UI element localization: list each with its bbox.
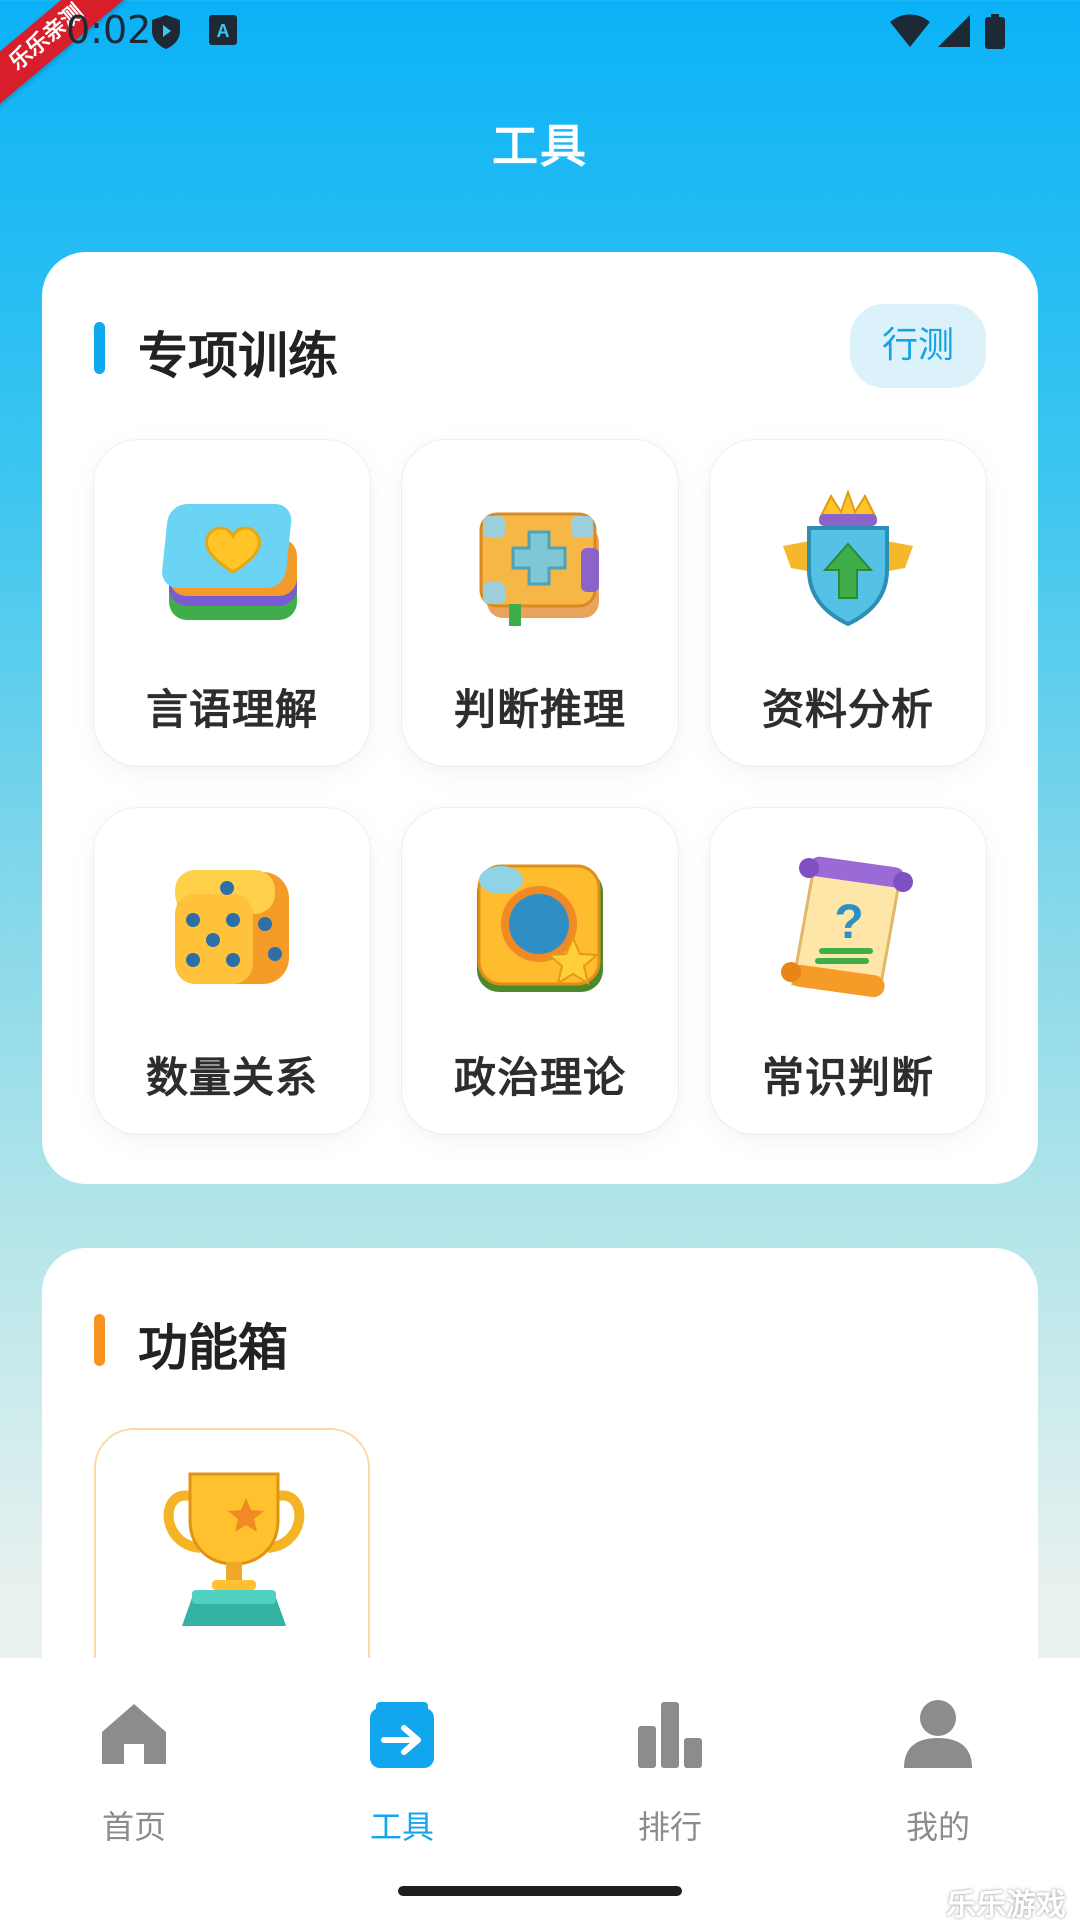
nav-label: 我的 bbox=[905, 1808, 970, 1846]
home-icon bbox=[102, 1704, 166, 1764]
nav-tab-mine[interactable]: 我的 bbox=[838, 1698, 1038, 1846]
exam-type-filter-button[interactable]: 行测 bbox=[850, 304, 986, 388]
nav-label: 首页 bbox=[101, 1808, 166, 1846]
bottom-navigation: 首页 工具 排行 我的 bbox=[0, 1658, 1080, 1920]
trophy-icon bbox=[163, 1472, 305, 1626]
signal-icon bbox=[938, 15, 970, 47]
gesture-home-bar[interactable] bbox=[398, 1886, 682, 1896]
star-frame-icon bbox=[477, 864, 603, 992]
status-bar: 乐乐亲测 0:02 A bbox=[0, 0, 1080, 108]
section-title-toolbox: 功能箱 bbox=[138, 1319, 288, 1377]
training-label: 言语理解 bbox=[145, 685, 318, 734]
battery-icon bbox=[985, 14, 1005, 49]
training-item-quantitative[interactable]: 数量关系 bbox=[94, 808, 370, 1134]
tools-box-icon bbox=[370, 1702, 434, 1768]
svg-text:A: A bbox=[217, 21, 230, 41]
training-item-reasoning[interactable]: 判断推理 bbox=[402, 440, 678, 766]
nav-label: 排行 bbox=[637, 1808, 702, 1846]
training-label: 数量关系 bbox=[145, 1053, 318, 1102]
nav-tab-tools[interactable]: 工具 bbox=[302, 1698, 502, 1846]
svg-text:?: ? bbox=[834, 896, 863, 949]
dice-icon bbox=[175, 870, 289, 984]
training-item-politics[interactable]: 政治理论 bbox=[402, 808, 678, 1134]
special-training-card: 专项训练 行测 言语理解 判断推理 资料分析 数量关系 政治理论 ? 常识判断 bbox=[42, 252, 1038, 1184]
heart-cards-icon bbox=[162, 504, 297, 620]
watermark: 乐乐游戏 bbox=[946, 1888, 1066, 1920]
section-accent-bar bbox=[94, 1314, 105, 1366]
nav-tab-home[interactable]: 首页 bbox=[34, 1698, 234, 1846]
status-time: 0:02 bbox=[66, 8, 152, 52]
training-item-common-sense[interactable]: ? 常识判断 bbox=[710, 808, 986, 1134]
training-item-data-analysis[interactable]: 资料分析 bbox=[710, 440, 986, 766]
training-label: 判断推理 bbox=[453, 685, 626, 734]
nav-label: 工具 bbox=[369, 1808, 434, 1846]
medical-book-icon bbox=[479, 512, 599, 626]
wifi-icon bbox=[890, 14, 930, 47]
a-icon: A bbox=[209, 15, 237, 45]
shield-icon bbox=[152, 15, 180, 49]
training-label: 资料分析 bbox=[761, 685, 934, 734]
page-title: 工具 bbox=[492, 119, 588, 173]
section-accent-bar bbox=[94, 322, 105, 374]
user-icon bbox=[904, 1700, 972, 1768]
crown-shield-icon bbox=[783, 488, 913, 627]
training-label: 常识判断 bbox=[761, 1053, 934, 1102]
bar-chart-icon bbox=[638, 1702, 702, 1768]
training-item-verbal[interactable]: 言语理解 bbox=[94, 440, 370, 766]
nav-tab-ranking[interactable]: 排行 bbox=[570, 1698, 770, 1846]
question-scroll-icon: ? bbox=[781, 856, 913, 998]
training-label: 政治理论 bbox=[453, 1053, 626, 1102]
section-title-training: 专项训练 bbox=[138, 327, 338, 385]
